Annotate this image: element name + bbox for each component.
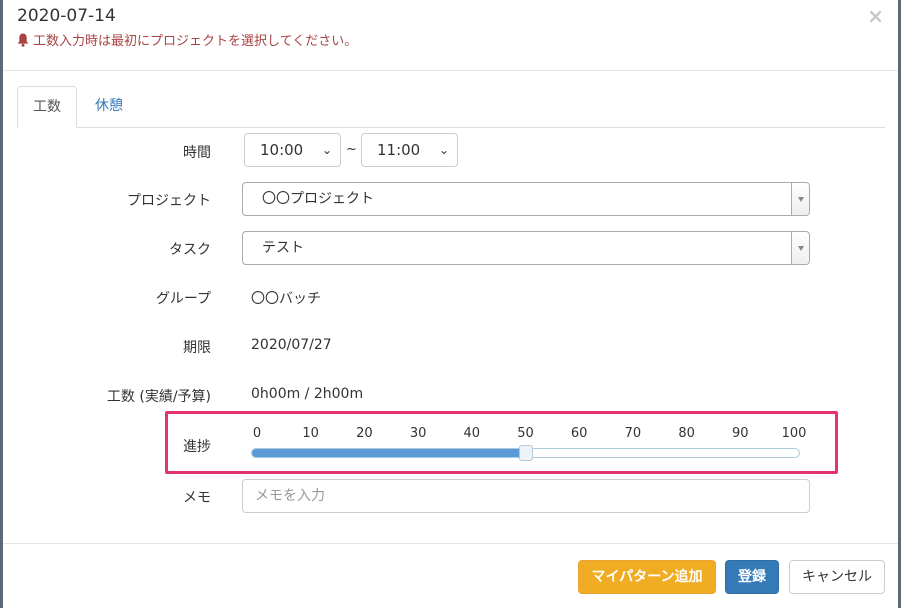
progress-label: 進捗 [183,439,211,455]
slider-tick-label: 0 [252,426,262,441]
memo-input[interactable] [242,479,810,513]
slider-tick-label: 70 [624,426,642,441]
effort-label: 工数 (実績/予算) [106,389,211,405]
slider-fill [252,449,526,457]
slider-tick-label: 10 [302,426,319,441]
tab-effort[interactable]: 工数 [17,86,77,128]
slider-handle[interactable] [518,445,533,461]
close-icon[interactable]: × [867,4,884,28]
slider-tick-label: 20 [356,426,373,441]
task-label: タスク [169,242,211,258]
chevron-down-icon: ⌄ [438,143,449,157]
cancel-button[interactable]: キャンセル [789,560,885,594]
add-my-pattern-button[interactable]: マイパターン追加 [578,560,716,594]
dropdown-arrow-icon[interactable] [791,183,809,215]
slider-tick-label: 60 [570,426,588,441]
task-select[interactable]: テスト [242,231,810,265]
time-label: 時間 [183,145,211,161]
slider-tick-label: 100 [781,426,807,441]
slider-tick-label: 90 [732,426,749,441]
group-label: グループ [155,291,211,307]
slider-tick-label: 50 [517,426,534,441]
modal-footer: マイパターン追加 登録 キャンセル [3,543,898,608]
chevron-down-icon: ⌄ [321,143,332,157]
deadline-label: 期限 [183,340,211,356]
alert-message: 工数入力時は最初にプロジェクトを選択してください。 [17,30,357,49]
progress-slider[interactable]: 0 10 20 30 40 50 60 70 80 90 100 [251,426,811,466]
bell-icon [17,33,29,47]
register-button[interactable]: 登録 [725,560,779,594]
memo-label: メモ [183,490,211,506]
end-time-select[interactable]: 11:00 ⌄ [361,133,458,167]
alert-text: 工数入力時は最初にプロジェクトを選択してください。 [33,34,358,49]
project-label: プロジェクト [127,193,211,209]
project-value: 〇〇プロジェクト [262,191,374,207]
time-separator: ~ [346,142,357,157]
modal-title: 2020-07-14 [17,6,116,26]
deadline-value: 2020/07/27 [251,337,332,353]
slider-tick-label: 40 [463,426,481,441]
task-value: テスト [262,240,304,256]
group-value: 〇〇バッチ [251,291,321,307]
end-time-value: 11:00 [377,141,421,159]
project-select[interactable]: 〇〇プロジェクト [242,182,810,216]
tab-bar: 工数 休憩 [17,86,885,128]
effort-value: 0h00m / 2h00m [251,386,364,402]
work-entry-modal: 2020-07-14 × 工数入力時は最初にプロジェクトを選択してください。 工… [3,0,898,608]
start-time-value: 10:00 [260,141,304,159]
modal-header: 2020-07-14 × 工数入力時は最初にプロジェクトを選択してください。 [3,0,898,71]
tab-break[interactable]: 休憩 [80,86,138,128]
slider-tick-label: 30 [409,426,427,441]
dropdown-arrow-icon[interactable] [791,232,809,264]
slider-tick-label: 80 [678,426,695,441]
start-time-select[interactable]: 10:00 ⌄ [244,133,341,167]
